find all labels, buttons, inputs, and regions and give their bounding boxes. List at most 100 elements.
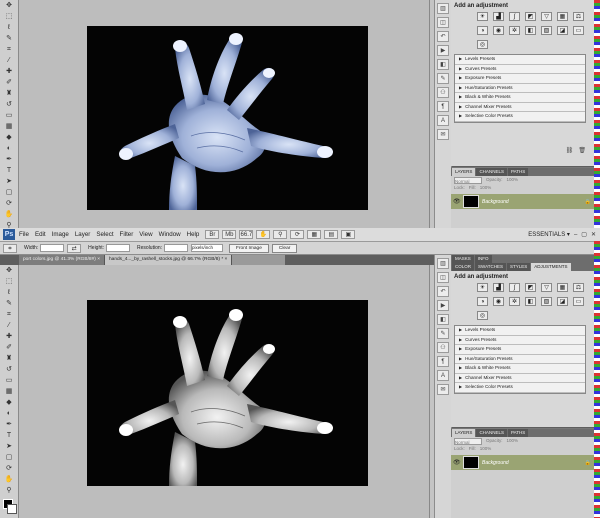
- bridge-icon[interactable]: Br: [205, 230, 220, 239]
- paragraph-icon[interactable]: ¶: [437, 356, 449, 367]
- tab-color[interactable]: COLOR: [452, 263, 475, 271]
- preset-item[interactable]: ▶ Hue/Saturation Presets: [455, 84, 585, 93]
- eraser-tool-icon[interactable]: ▭: [1, 376, 17, 386]
- tab-channels[interactable]: CHANNELS: [476, 429, 507, 437]
- mini-bridge-button-icon[interactable]: Mb: [222, 230, 237, 239]
- blend-mode-select[interactable]: Normal: [454, 176, 482, 184]
- notes-icon[interactable]: ✉: [437, 129, 449, 140]
- hue-saturation-icon[interactable]: ▦: [557, 12, 568, 21]
- menu-file[interactable]: File: [19, 231, 29, 238]
- doc-tab-port-colors[interactable]: port colors.jpg @ 41.3% (RGB/8#) ×: [19, 255, 105, 265]
- resolution-input[interactable]: [164, 244, 189, 252]
- layer-row-background[interactable]: 👁 Background 🔒: [451, 455, 594, 470]
- quick-select-tool-icon[interactable]: ✎: [1, 34, 17, 44]
- blend-mode-select[interactable]: Normal: [454, 437, 482, 445]
- menu-filter[interactable]: Filter: [120, 231, 134, 238]
- actions-icon[interactable]: ▶: [437, 300, 449, 311]
- foreground-background-colors[interactable]: [1, 497, 17, 517]
- preset-item[interactable]: ▶ Selective Color Presets: [455, 383, 585, 393]
- 3d-rotate-tool-icon[interactable]: ⟳: [1, 199, 17, 209]
- hand-icon[interactable]: ✋: [256, 230, 271, 239]
- quick-select-tool-icon[interactable]: ✎: [1, 299, 17, 309]
- lasso-tool-icon[interactable]: ℓ: [1, 23, 17, 33]
- rotate-view-icon[interactable]: ⟳: [290, 230, 305, 239]
- preset-item[interactable]: ▶ Hue/Saturation Presets: [455, 355, 585, 364]
- threshold-icon[interactable]: ◪: [557, 297, 568, 306]
- black-white-icon[interactable]: ◑: [477, 26, 488, 35]
- exposure-icon[interactable]: ◩: [525, 12, 536, 21]
- tab-paths[interactable]: PATHS: [507, 168, 529, 176]
- tab-adjustments[interactable]: ADJUSTMENTS: [531, 263, 571, 271]
- workspace-switcher[interactable]: ESSENTIALS ▾: [528, 231, 570, 238]
- opacity-value[interactable]: 100%: [507, 437, 519, 445]
- brush-tool-icon[interactable]: ✐: [1, 343, 17, 353]
- document-canvas-area[interactable]: [19, 0, 435, 228]
- pen-tool-icon[interactable]: ✒: [1, 155, 17, 165]
- brightness-contrast-icon[interactable]: ☀: [477, 283, 488, 292]
- 3d-icon[interactable]: ▥: [437, 3, 449, 14]
- brush-tool-icon[interactable]: ✐: [1, 78, 17, 88]
- brush-presets-icon[interactable]: ✎: [437, 73, 449, 84]
- zoom-level[interactable]: 66.7: [239, 230, 254, 239]
- tab-info[interactable]: INFO: [474, 255, 492, 263]
- zoom-tool-icon[interactable]: ⚲: [1, 486, 17, 496]
- gradient-tool-icon[interactable]: ▦: [1, 387, 17, 397]
- healing-tool-icon[interactable]: ✚: [1, 67, 17, 77]
- 3d-rotate-tool-icon[interactable]: ⟳: [1, 464, 17, 474]
- eraser-tool-icon[interactable]: ▭: [1, 111, 17, 121]
- shape-tool-icon[interactable]: ▢: [1, 188, 17, 198]
- curves-icon[interactable]: ∫: [509, 283, 520, 292]
- preset-item[interactable]: ▶ Levels Presets: [455, 55, 585, 65]
- notes-icon[interactable]: ✉: [437, 384, 449, 395]
- clone-stamp-tool-icon[interactable]: ♜: [1, 354, 17, 364]
- character-icon[interactable]: A: [437, 370, 449, 381]
- tab-layers[interactable]: LAYERS: [452, 429, 476, 437]
- type-tool-icon[interactable]: T: [1, 166, 17, 176]
- paragraph-icon[interactable]: ¶: [437, 101, 449, 112]
- threshold-icon[interactable]: ◪: [557, 26, 568, 35]
- blur-tool-icon[interactable]: ◆: [1, 398, 17, 408]
- preset-item[interactable]: ▶ Channel Mixer Presets: [455, 374, 585, 383]
- menu-select[interactable]: Select: [96, 231, 113, 238]
- opacity-value[interactable]: 100%: [507, 176, 519, 184]
- history-icon[interactable]: ↶: [437, 286, 449, 297]
- swap-icon[interactable]: ⇄: [67, 243, 82, 253]
- color-balance-icon[interactable]: ⚖: [573, 283, 584, 292]
- invert-icon[interactable]: ◧: [525, 297, 536, 306]
- layer-row-background[interactable]: 👁 Background 🔒: [451, 194, 594, 209]
- path-select-tool-icon[interactable]: ➤: [1, 177, 17, 187]
- photo-filter-icon[interactable]: ◉: [493, 297, 504, 306]
- close-icon[interactable]: ✕: [591, 231, 596, 238]
- actions-icon[interactable]: ▶: [437, 45, 449, 56]
- brush-presets-icon[interactable]: ✎: [437, 328, 449, 339]
- arrange-documents-icon[interactable]: ▤: [324, 230, 339, 239]
- doc-tab-hands[interactable]: hands_4..._by_rashell_stocks.jpg @ 66.7%…: [105, 255, 233, 265]
- eyedropper-tool-icon[interactable]: ⁄: [1, 321, 17, 331]
- type-tool-icon[interactable]: T: [1, 431, 17, 441]
- hue-saturation-icon[interactable]: ▦: [557, 283, 568, 292]
- levels-icon[interactable]: ▟: [493, 12, 504, 21]
- move-tool-icon[interactable]: ✥: [1, 266, 17, 276]
- tab-swatches[interactable]: SWATCHES: [475, 263, 507, 271]
- grid-icon[interactable]: ▦: [307, 230, 322, 239]
- clone-source-icon[interactable]: ⚇: [437, 342, 449, 353]
- preset-item[interactable]: ▶ Selective Color Presets: [455, 112, 585, 122]
- exposure-icon[interactable]: ◩: [525, 283, 536, 292]
- vibrance-icon[interactable]: ▽: [541, 283, 552, 292]
- hand-tool-icon[interactable]: ✋: [1, 475, 17, 485]
- history-brush-tool-icon[interactable]: ↺: [1, 100, 17, 110]
- history-icon[interactable]: ↶: [437, 31, 449, 42]
- fill-value[interactable]: 100%: [480, 445, 492, 453]
- gradient-map-icon[interactable]: ▭: [573, 26, 584, 35]
- gradient-tool-icon[interactable]: ▦: [1, 122, 17, 132]
- pen-tool-icon[interactable]: ✒: [1, 420, 17, 430]
- width-input[interactable]: [40, 244, 65, 252]
- shape-tool-icon[interactable]: ▢: [1, 453, 17, 463]
- tab-channels[interactable]: CHANNELS: [476, 168, 507, 176]
- menu-help[interactable]: Help: [187, 231, 200, 238]
- preset-item[interactable]: ▶ Levels Presets: [455, 326, 585, 336]
- menu-image[interactable]: Image: [52, 231, 69, 238]
- path-select-tool-icon[interactable]: ➤: [1, 442, 17, 452]
- preset-item[interactable]: ▶ Curves Presets: [455, 65, 585, 74]
- trash-icon[interactable]: 🗑: [578, 147, 586, 154]
